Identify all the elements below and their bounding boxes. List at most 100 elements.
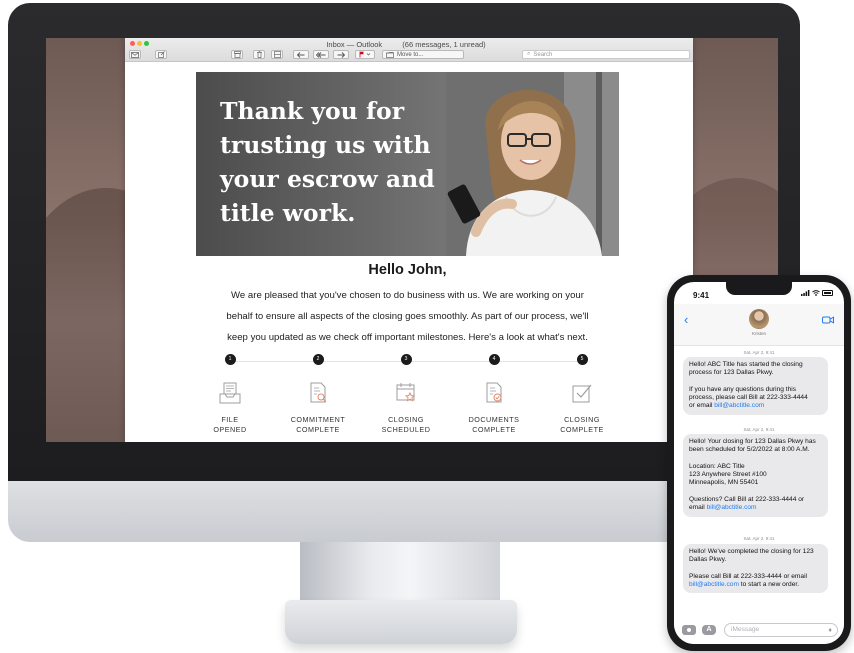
step-label-line: COMPLETE [560, 425, 604, 434]
message-timestamp: Sat, Apr 2, 9:41 [743, 536, 775, 541]
email-link[interactable]: bill@abctitle.com [714, 402, 764, 409]
step-number: 5 [576, 354, 588, 365]
hero-headline: Thank you for trusting us with your escr… [220, 94, 440, 230]
conversation-header: ‹ Kristen [674, 304, 844, 346]
intro-line: keep you updated as we check off importa… [227, 332, 588, 343]
junk-button[interactable] [271, 50, 283, 59]
minimize-window-button[interactable] [137, 41, 142, 46]
message-composer: A iMessage ♦ [674, 620, 844, 644]
step-label-line: COMMITMENT [290, 415, 346, 424]
archive-button[interactable] [231, 50, 243, 59]
message-bubble[interactable]: Hello! Your closing for 123 Dallas Pkwy … [683, 434, 828, 517]
contact-name[interactable]: Kristen [674, 331, 844, 336]
message-line: bill@abctitle.com to start a new order. [689, 581, 822, 589]
search-placeholder: Search [533, 51, 553, 58]
message-bubble[interactable]: Hello! We've completed the closing for 1… [683, 544, 828, 594]
step-label-line: OPENED [213, 425, 247, 434]
message-line: 123 Anywhere Street #100 [689, 471, 767, 479]
reply-all-button[interactable] [313, 50, 329, 59]
message-line: Minneapolis, MN 55401 [689, 479, 759, 487]
step-number: 1 [224, 354, 236, 365]
message-line: Dallas Pkwy. [689, 556, 727, 564]
outlook-window: Inbox — Outlook (66 messages, 1 unread) [125, 38, 693, 442]
message-line: email bill@abctitle.com [689, 504, 822, 512]
message-line: Location: ABC Title [689, 462, 745, 470]
step-number: 2 [312, 354, 324, 365]
message-count: (66 messages, 1 unread) [402, 40, 486, 49]
app-store-icon[interactable]: A [702, 625, 716, 635]
step-label: COMMITMENT COMPLETE [273, 415, 363, 435]
imessage-screen: 9:41 ‹ Kristen Sat, Apr 2, 9:41 Hello! A… [674, 282, 844, 644]
message-bubble[interactable]: Hello! ABC Title has started the closing… [683, 357, 828, 415]
milestone-step: 2 COMMITMENT COMPLETE [273, 354, 363, 435]
document-check-icon [486, 382, 502, 403]
step-label: FILE OPENED [185, 415, 275, 435]
window-title-text: Inbox — Outlook [326, 40, 383, 49]
hero-line: title work. [220, 199, 356, 227]
message-line: process, please call Bill at 222-333-444… [689, 394, 808, 402]
camera-icon[interactable] [682, 625, 696, 635]
step-label: CLOSING COMPLETE [537, 415, 627, 435]
message-input[interactable]: iMessage ♦ [724, 623, 838, 637]
back-chevron-icon[interactable]: ‹ [684, 313, 688, 326]
delete-button[interactable] [253, 50, 265, 59]
contact-avatar[interactable] [749, 309, 769, 329]
imac-stand-base [285, 600, 517, 644]
status-bar-icons [801, 290, 833, 296]
step-number: 4 [488, 354, 500, 365]
flag-button[interactable] [355, 50, 375, 59]
milestone-step: 4 DOCUMENTS COMPLETE [449, 354, 539, 435]
message-line: If you have any questions during this [689, 385, 797, 393]
step-label-line: DOCUMENTS [468, 415, 520, 424]
document-search-icon [310, 382, 327, 403]
step-label: DOCUMENTS COMPLETE [449, 415, 539, 435]
junk-icon [273, 51, 281, 58]
message-text: to start a new order. [738, 581, 800, 589]
reply-all-icon [316, 51, 326, 58]
forward-icon [337, 51, 345, 58]
wifi-icon [812, 290, 820, 296]
message-line: process for 123 Dallas Pkwy. [689, 369, 774, 377]
compose-button[interactable] [155, 50, 167, 59]
step-label-line: COMPLETE [296, 425, 340, 434]
new-email-button[interactable] [129, 50, 141, 59]
message-line: Hello! ABC Title has started the closing [689, 361, 803, 368]
step-number: 3 [400, 354, 412, 365]
inbox-icon [219, 382, 241, 404]
trash-icon [256, 51, 262, 58]
step-label-line: CLOSING [564, 415, 600, 424]
forward-button[interactable] [333, 50, 349, 59]
archive-icon [233, 51, 241, 58]
email-link[interactable]: bill@abctitle.com [707, 504, 757, 511]
microphone-icon[interactable]: ♦ [828, 625, 832, 637]
hero-photo-woman-with-phone [446, 72, 619, 256]
message-input-placeholder: iMessage [731, 626, 760, 633]
outlook-toolbar: Inbox — Outlook (66 messages, 1 unread) [125, 38, 693, 62]
hero-line: trusting us with [220, 131, 431, 159]
search-input[interactable]: ⌕ Search [522, 50, 690, 59]
battery-icon [822, 290, 833, 296]
greeting: Hello John, [368, 262, 447, 278]
message-timestamp: Sat, Apr 2, 9:41 [743, 427, 775, 432]
close-window-button[interactable] [130, 41, 135, 46]
hero-banner: Thank you for trusting us with your escr… [196, 72, 619, 256]
step-label-line: SCHEDULED [381, 425, 431, 434]
search-icon: ⌕ [527, 51, 531, 57]
email-link[interactable]: bill@abctitle.com [689, 581, 739, 588]
intro-paragraph: We are pleased that you've chosen to do … [196, 285, 619, 348]
folder-icon [386, 51, 394, 58]
calendar-star-icon [396, 383, 416, 402]
message-line: Hello! We've completed the closing for 1… [689, 548, 814, 555]
reply-button[interactable] [293, 50, 309, 59]
zoom-window-button[interactable] [144, 41, 149, 46]
move-to-button[interactable]: Move to... [382, 50, 464, 59]
message-timestamp: Sat, Apr 2, 9:41 [743, 350, 775, 355]
step-label-line: COMPLETE [472, 425, 516, 434]
step-label-line: CLOSING [388, 415, 424, 424]
message-line: been scheduled for 5/2/2022 at 8:00 A.M. [689, 446, 810, 454]
message-text: or email [689, 402, 715, 410]
message-line: Please call Bill at 222-333-4444 or emai… [689, 572, 808, 580]
milestone-step: 1 FILE OPENED [185, 354, 275, 435]
video-call-icon[interactable] [822, 316, 834, 324]
window-title: Inbox — Outlook (66 messages, 1 unread) [285, 40, 545, 49]
